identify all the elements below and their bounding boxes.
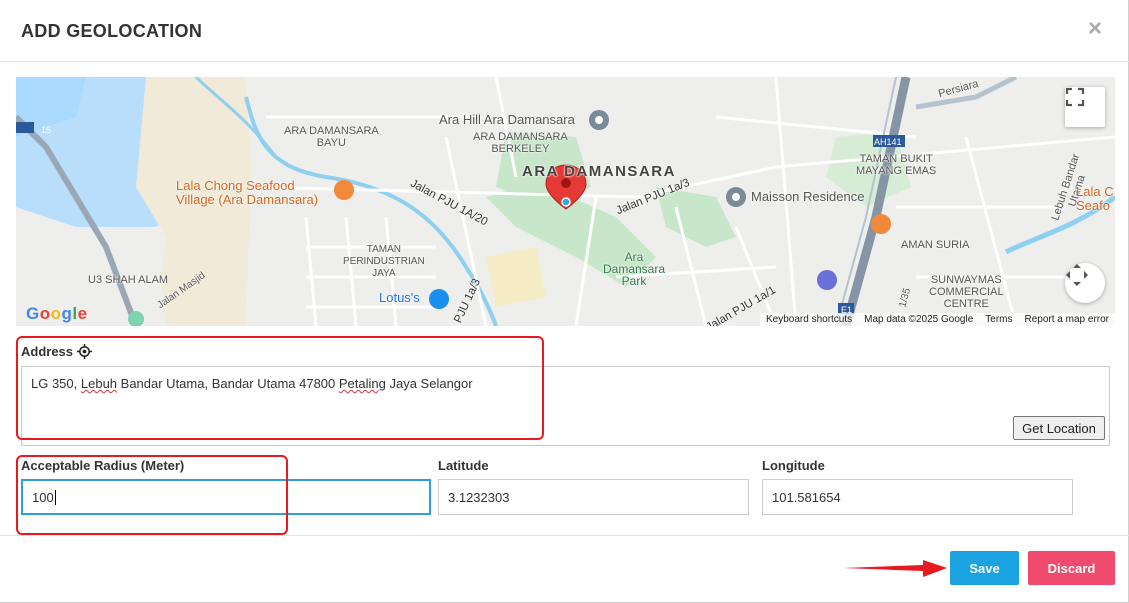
ara-hill-label: Ara Hill Ara Damansara (439, 112, 575, 127)
move-arrows-icon (1066, 264, 1088, 286)
ara-damansara-area-label: ARA DAMANSARA (522, 163, 676, 180)
u3-shah-alam-label: U3 SHAH ALAM (88, 274, 169, 286)
lotus-label: Lotus's (379, 290, 420, 305)
address-value: LG 350, Lebuh Bandar Utama, Bandar Utama… (31, 376, 473, 391)
ah141-label: AH141 (874, 137, 902, 147)
map-data-text: Map data ©2025 Google (864, 314, 974, 325)
close-icon[interactable]: × (1088, 17, 1102, 41)
discard-button[interactable]: Discard (1028, 551, 1115, 585)
map-attribution-bar: Keyboard shortcuts Map data ©2025 Google… (759, 313, 1115, 326)
maisson-residence-label: Maisson Residence (751, 189, 865, 204)
sunwaymas-label: SUNWAYMAS COMMERCIAL CENTRE (929, 274, 1004, 310)
address-label: Address (21, 344, 74, 359)
lala-chong-label: Lala Chong Seafood Village (Ara Damansar… (176, 178, 319, 207)
longitude-label: Longitude (762, 458, 825, 473)
address-textarea[interactable]: LG 350, Lebuh Bandar Utama, Bandar Utama… (21, 366, 1110, 446)
longitude-input[interactable]: 101.581654 (762, 479, 1073, 515)
ara-damansara-park-label: Ara Damansara Park (603, 250, 666, 288)
terms-link[interactable]: Terms (985, 314, 1012, 325)
taman-perindustrian-label: TAMAN PERINDUSTRIAN JAYA (343, 244, 425, 279)
add-geolocation-modal: ADD GEOLOCATION × 15 AH141 E1 Ara Hill A… (0, 0, 1129, 603)
map-camera-control-button[interactable] (1065, 263, 1105, 303)
annotation-arrow-icon (843, 560, 947, 577)
text-caret (54, 489, 56, 505)
modal-title: ADD GEOLOCATION (21, 21, 203, 41)
latitude-label: Latitude (438, 458, 489, 473)
fullscreen-icon (1065, 87, 1085, 107)
ara-damansara-bayu-label: ARA DAMANSARA BAYU (284, 125, 379, 149)
fullscreen-button[interactable] (1065, 87, 1105, 127)
lala-c-label: Lala C Seafo (1076, 184, 1114, 213)
longitude-value: 101.581654 (772, 489, 841, 505)
aman-suria-label: AMAN SURIA (901, 239, 970, 251)
ara-damansara-berkeley-label: ARA DAMANSARA BERKELEY (473, 131, 568, 155)
get-location-button[interactable]: Get Location (1013, 416, 1105, 440)
map-view[interactable]: 15 AH141 E1 Ara Hill Ara Damansara ARA D… (16, 77, 1115, 326)
address-label-row: Address (21, 344, 93, 359)
latitude-input[interactable]: 3.1232303 (438, 479, 749, 515)
radius-label: Acceptable Radius (Meter) (21, 458, 185, 473)
footer-divider (0, 535, 1129, 536)
keyboard-shortcuts-link[interactable]: Keyboard shortcuts (766, 314, 852, 325)
modal-header: ADD GEOLOCATION × (0, 0, 1129, 62)
save-button[interactable]: Save (950, 551, 1019, 585)
google-logo: Google (26, 304, 88, 323)
route-15-label: 15 (41, 125, 52, 135)
crosshair-icon[interactable] (77, 344, 93, 359)
report-map-error-link[interactable]: Report a map error (1025, 314, 1109, 325)
latitude-value: 3.1232303 (448, 489, 510, 505)
radius-value: 100 (32, 489, 54, 505)
taman-bukit-label: TAMAN BUKIT MAYANG EMAS (856, 153, 937, 177)
radius-input[interactable]: 100 (21, 479, 431, 515)
